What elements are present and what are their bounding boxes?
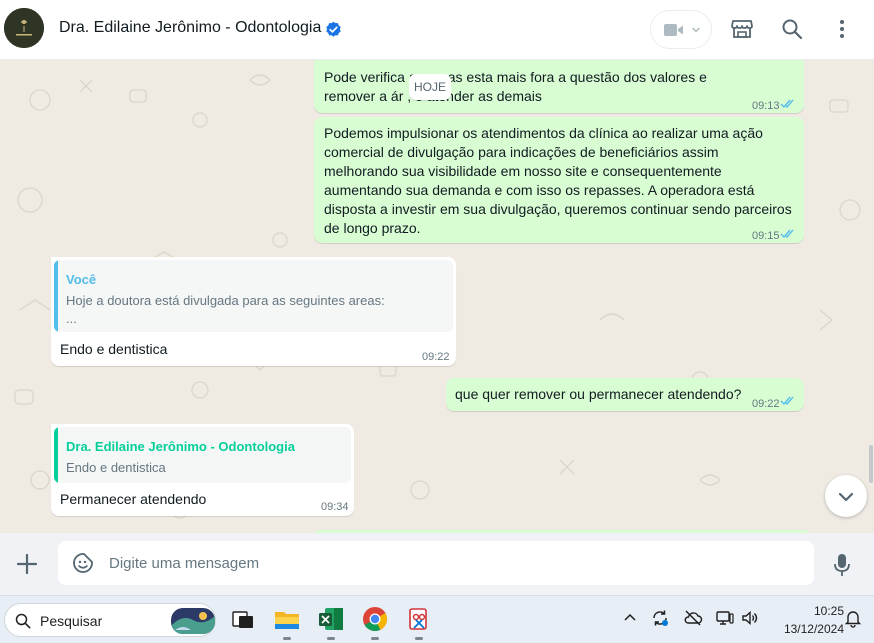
message-time: 09:22 (752, 398, 780, 410)
taskbar-search[interactable]: Pesquisar (4, 603, 216, 637)
task-view-icon[interactable] (228, 604, 258, 634)
message-text: Podemos impulsionar os atendimentos da c… (324, 125, 792, 236)
date-divider: HOJE (409, 74, 451, 100)
message-bubble-outgoing[interactable]: que quer remover ou permanecer atendendo… (446, 378, 804, 411)
chat-header: Dra. Edilaine Jerônimo - Odontologia (0, 0, 874, 60)
search-highlight-image (171, 608, 215, 634)
excel-icon[interactable] (316, 604, 346, 634)
display-icon[interactable] (715, 608, 735, 628)
read-ticks-icon (780, 229, 794, 239)
quote-text-continuation: ... (66, 311, 77, 326)
message-bubble-incoming[interactable]: Você Hoje a doutora está divulgada para … (51, 257, 456, 366)
message-bubble-outgoing[interactable]: Podemos impulsionar os atendimentos da c… (314, 117, 804, 243)
quoted-message[interactable]: Você Hoje a doutora está divulgada para … (54, 260, 453, 332)
quote-author: Dra. Edilaine Jerônimo - Odontologia (66, 439, 295, 454)
message-time: 09:15 (752, 230, 780, 242)
message-text: Endo e dentistica (60, 341, 168, 357)
snipping-tool-icon[interactable] (404, 604, 434, 634)
message-text: Pode verifica as areas esta mais fora a … (324, 69, 707, 104)
message-input-placeholder: Digite uma mensagem (109, 555, 260, 572)
sticker-emoji-icon[interactable] (72, 552, 94, 574)
windows-taskbar: Pesquisar 10:25 13/12/2024 (0, 595, 874, 643)
app-running-indicator (283, 637, 291, 640)
message-text: Permanecer atendendo (60, 491, 207, 507)
notification-bell-icon[interactable] (843, 608, 863, 628)
scroll-to-bottom-button[interactable] (825, 475, 867, 517)
message-list[interactable]: Pode verifica as areas esta mais fora a … (0, 60, 874, 533)
quote-bar (54, 260, 58, 332)
file-explorer-icon[interactable] (272, 604, 302, 634)
verified-badge-icon (326, 21, 341, 37)
taskbar-search-label: Pesquisar (40, 613, 103, 629)
menu-dots-icon[interactable] (830, 17, 854, 41)
message-composer: Digite uma mensagem (0, 533, 874, 595)
microphone-icon[interactable] (832, 553, 852, 577)
message-input[interactable]: Digite uma mensagem (58, 541, 814, 585)
message-text: que quer remover ou permanecer atendendo… (455, 386, 742, 402)
clock-time[interactable]: 10:25 (790, 604, 844, 618)
quote-text: Hoje a doutora está divulgada para as se… (66, 293, 385, 308)
scrollbar-thumb[interactable] (869, 445, 873, 483)
clock-date[interactable]: 13/12/2024 (770, 622, 844, 636)
chevron-down-icon (691, 27, 701, 33)
quoted-message[interactable]: Dra. Edilaine Jerônimo - Odontologia End… (54, 427, 351, 483)
message-bubble-incoming[interactable]: Dra. Edilaine Jerônimo - Odontologia End… (51, 424, 354, 516)
chevron-down-icon (838, 492, 854, 502)
sync-icon[interactable] (650, 608, 670, 628)
quote-text: Endo e dentistica (66, 460, 166, 475)
message-time: 09:13 (752, 100, 780, 112)
app-running-indicator (327, 637, 335, 640)
speaker-icon[interactable] (740, 608, 760, 628)
message-time: 09:34 (321, 501, 349, 513)
app-running-indicator (415, 637, 423, 640)
app-running-indicator (371, 637, 379, 640)
quote-author: Você (66, 272, 97, 287)
message-time: 09:22 (422, 351, 450, 363)
quote-bar (54, 427, 58, 483)
contact-avatar[interactable] (4, 8, 44, 48)
business-store-icon[interactable] (730, 17, 754, 41)
video-call-button[interactable] (650, 10, 712, 49)
message-bubble-outgoing[interactable]: Pode verifica as areas esta mais fora a … (314, 60, 804, 113)
search-icon[interactable] (780, 17, 804, 41)
video-call-icon (664, 24, 683, 36)
contact-name[interactable]: Dra. Edilaine Jerônimo - Odontologia (59, 19, 321, 37)
chrome-icon[interactable] (360, 604, 390, 634)
read-ticks-icon (780, 99, 794, 109)
read-ticks-icon (780, 396, 794, 406)
plus-icon[interactable] (16, 553, 38, 575)
search-icon (15, 613, 31, 629)
chevron-up-icon[interactable] (620, 608, 640, 628)
cloud-offline-icon[interactable] (683, 608, 703, 628)
